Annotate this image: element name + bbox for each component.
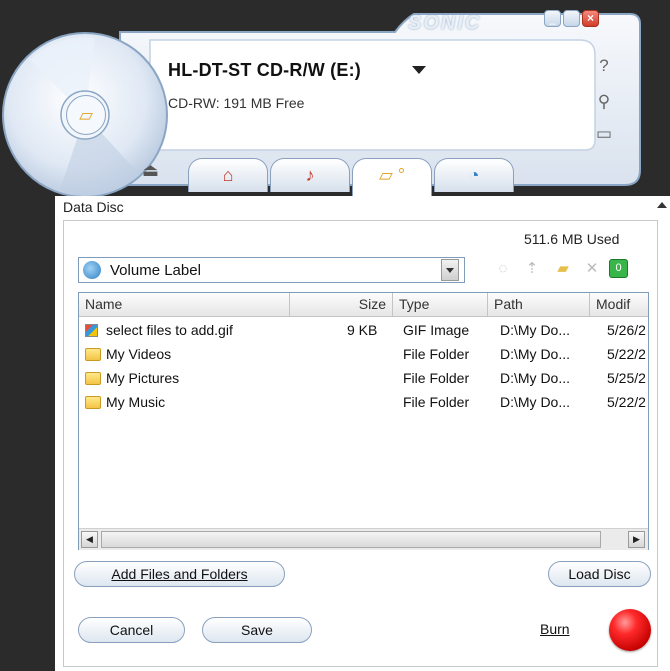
cd-icon — [83, 261, 101, 279]
file-modified: 5/25/2 — [607, 370, 646, 386]
file-path: D:\My Do... — [500, 394, 571, 410]
cancel-button[interactable]: Cancel — [78, 617, 185, 643]
file-modified: 5/22/2 — [607, 394, 646, 410]
disc-info-icon[interactable]: 0 — [609, 259, 628, 278]
eject-icon[interactable]: ⏏ — [142, 160, 159, 181]
disc-drive-icon[interactable]: ▱ — [66, 95, 106, 135]
panel-title: Data Disc — [63, 199, 124, 215]
delete-icon[interactable]: ✕ — [582, 259, 602, 279]
drive-selector-label[interactable]: HL-DT-ST CD-R/W (E:) — [168, 60, 361, 81]
new-folder-icon[interactable]: ▰ — [553, 259, 573, 279]
table-row[interactable]: My Pictures File Folder D:\My Do... 5/25… — [79, 367, 648, 391]
refresh-icon[interactable]: ◌ — [493, 259, 513, 279]
horizontal-scrollbar[interactable]: ◀ ▶ — [79, 528, 648, 550]
minimize-button[interactable]: _ — [544, 10, 561, 27]
disc-free-space: CD-RW: 191 MB Free — [168, 95, 305, 111]
column-name[interactable]: Name — [79, 293, 290, 317]
column-modified[interactable]: Modif — [590, 293, 648, 317]
gif-file-icon — [85, 324, 98, 337]
close-button[interactable]: × — [582, 10, 599, 27]
file-type: GIF Image — [403, 322, 470, 338]
scroll-thumb[interactable] — [101, 531, 601, 548]
file-name: select files to add.gif — [106, 322, 233, 338]
tab-data[interactable]: ▱ ° — [352, 158, 432, 198]
brand-logo: SONIC — [408, 12, 482, 34]
burn-label[interactable]: Burn — [540, 621, 570, 637]
column-path[interactable]: Path — [488, 293, 590, 317]
file-path: D:\My Do... — [500, 322, 571, 338]
folder-icon — [85, 372, 101, 385]
file-size: 9 KB — [347, 322, 378, 338]
column-type[interactable]: Type — [393, 293, 488, 317]
volume-dropdown-button[interactable] — [441, 259, 459, 281]
wrench-icon[interactable]: ⚲ — [594, 92, 614, 112]
table-row[interactable]: My Videos File Folder D:\My Do... 5/22/2 — [79, 343, 648, 367]
file-type: File Folder — [403, 370, 470, 386]
burn-button[interactable] — [609, 609, 651, 651]
file-path: D:\My Do... — [500, 370, 571, 386]
drive-dropdown-icon[interactable] — [412, 66, 426, 74]
folder-open-icon[interactable]: ▭ — [594, 124, 614, 144]
file-name: My Music — [106, 394, 166, 410]
tab-music[interactable]: ♪ — [270, 158, 350, 192]
file-type: File Folder — [403, 394, 470, 410]
table-row[interactable]: My Music File Folder D:\My Do... 5/22/2 — [79, 391, 648, 415]
load-disc-button[interactable]: Load Disc — [548, 561, 651, 587]
disc-used-size: 511.6 MB Used — [524, 231, 620, 247]
tab-home[interactable]: ⌂ — [188, 158, 268, 192]
up-folder-icon[interactable]: ⇡ — [522, 259, 542, 279]
file-path: D:\My Do... — [500, 346, 571, 362]
folder-icon — [85, 396, 101, 409]
scroll-left-icon[interactable]: ◀ — [81, 531, 98, 548]
file-name: My Videos — [106, 346, 172, 362]
file-modified: 5/26/2 — [607, 322, 646, 338]
folder-icon — [85, 348, 101, 361]
maximize-button[interactable] — [563, 10, 580, 27]
tab-copy[interactable]: ◔ — [434, 158, 514, 192]
add-files-button[interactable]: Add Files and Folders — [74, 561, 285, 587]
file-list: Name Size Type Path Modif select files t… — [78, 292, 649, 550]
scroll-right-icon[interactable]: ▶ — [628, 531, 645, 548]
file-name: My Pictures — [106, 370, 180, 386]
save-button[interactable]: Save — [202, 617, 312, 643]
collapse-arrow-icon[interactable] — [657, 202, 667, 208]
table-row[interactable]: select files to add.gif 9 KB GIF Image D… — [79, 319, 648, 343]
file-modified: 5/22/2 — [607, 346, 646, 362]
file-type: File Folder — [403, 346, 470, 362]
help-icon[interactable]: ? — [594, 56, 614, 76]
volume-label-text[interactable]: Volume Label — [110, 262, 201, 279]
column-size[interactable]: Size — [290, 293, 393, 317]
